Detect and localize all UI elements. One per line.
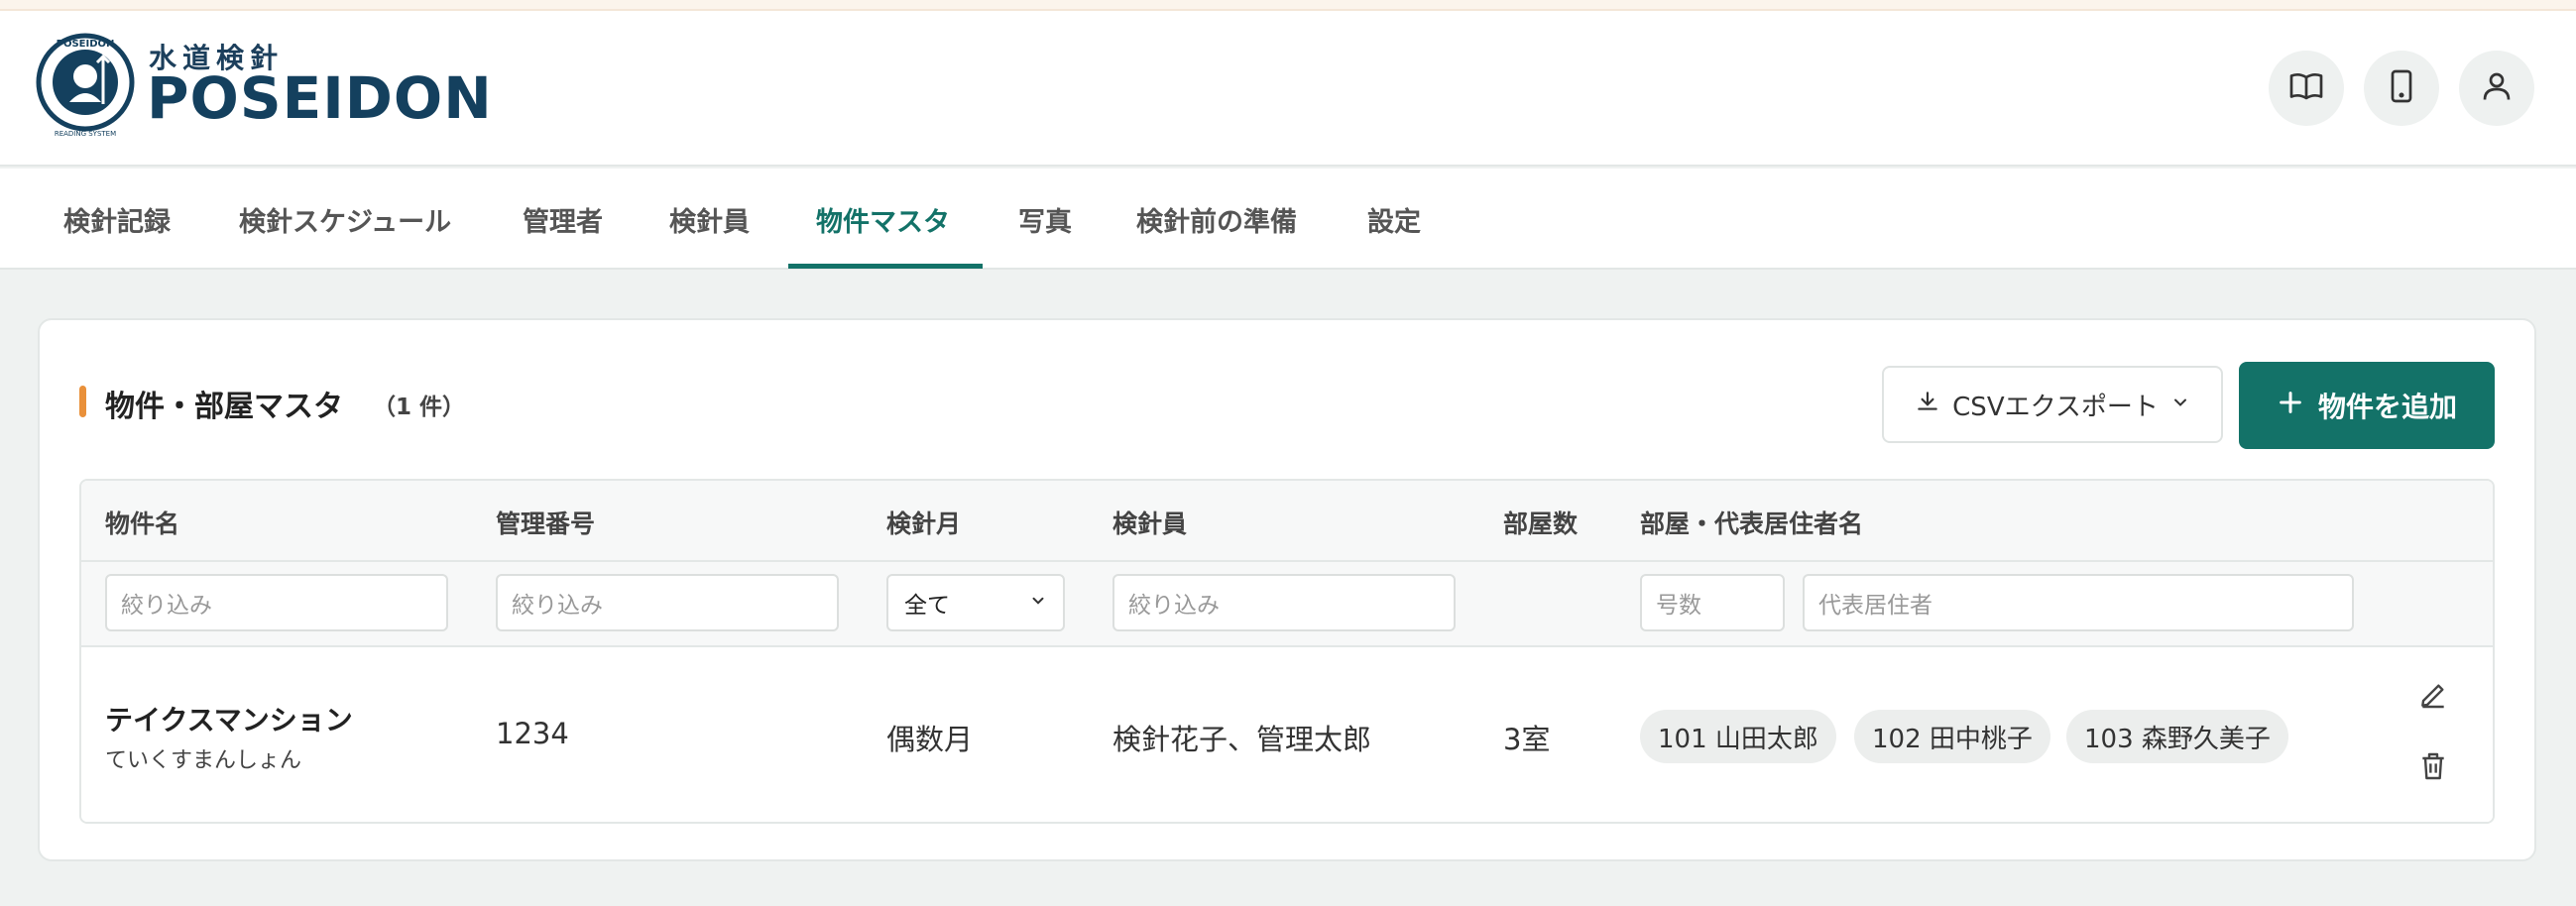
pencil-icon [2417, 679, 2449, 715]
book-icon [2288, 68, 2324, 108]
meter-readers: 検針花子、管理太郎 [1112, 723, 1372, 756]
page-title: 物件・部屋マスタ [105, 390, 343, 424]
header-rooms-residents: 部屋・代表居住者名 [1640, 510, 1864, 538]
property-kana: ていくすまんしょん [105, 748, 302, 773]
reading-month-value: 全て [904, 593, 950, 619]
property-name-filter[interactable]: 絞り込み [105, 574, 448, 631]
main-nav: 検針記録 検針スケジュール 管理者 検針員 物件マスタ 写真 検針前の準備 設定 [0, 169, 2576, 270]
tab-reading-schedule[interactable]: 検針スケジュール [239, 169, 451, 270]
poseidon-logo[interactable]: POSEIDON READING SYSTEM [36, 33, 135, 140]
property-name: テイクスマンション [105, 704, 353, 736]
room-chip: 103 森野久美子 [2066, 710, 2288, 763]
header-room-count: 部屋数 [1503, 510, 1579, 538]
add-property-button[interactable]: 物件を追加 [2239, 362, 2495, 449]
tab-managers[interactable]: 管理者 [523, 169, 603, 270]
trash-icon [2417, 750, 2449, 786]
tab-meter-readers[interactable]: 検針員 [669, 169, 750, 270]
csv-export-label: CSVエクスポート [1952, 392, 2159, 422]
tab-property-master[interactable]: 物件マスタ [816, 169, 950, 270]
header-reading-month: 検針月 [886, 510, 962, 538]
edit-button[interactable] [2411, 675, 2455, 719]
active-tab-indicator [788, 264, 983, 269]
room-number-filter[interactable]: 号数 [1640, 574, 1785, 631]
svg-text:POSEIDON: POSEIDON [57, 39, 115, 50]
chevron-down-icon [2170, 390, 2190, 419]
svg-text:READING SYSTEM: READING SYSTEM [55, 130, 116, 138]
header-property-name: 物件名 [105, 510, 180, 538]
user-menu-button[interactable] [2459, 51, 2534, 126]
tab-preparation[interactable]: 検針前の準備 [1136, 169, 1297, 270]
chevron-down-icon [1029, 590, 1047, 616]
filter-row: 絞り込み 絞り込み 全て 絞り込み 号数 代表居住者 [81, 562, 2493, 647]
mobile-button[interactable] [2364, 51, 2439, 126]
room-chip: 102 田中桃子 [1854, 710, 2050, 763]
phone-icon [2384, 68, 2419, 108]
management-number: 1234 [496, 717, 569, 750]
title-marker [79, 386, 86, 417]
top-accent-line [0, 0, 2576, 11]
plus-icon [2277, 389, 2304, 423]
header-management-number: 管理番号 [496, 510, 596, 538]
reading-month-select[interactable]: 全て [886, 574, 1065, 631]
meter-reader-filter[interactable]: 絞り込み [1112, 574, 1456, 631]
reading-month: 偶数月 [886, 723, 974, 756]
tab-reading-records[interactable]: 検針記録 [63, 169, 171, 270]
add-property-label: 物件を追加 [2317, 391, 2457, 423]
record-count: （1 件） [373, 395, 466, 420]
delete-button[interactable] [2411, 746, 2455, 790]
management-number-filter[interactable]: 絞り込み [496, 574, 839, 631]
csv-export-button[interactable]: CSVエクスポート [1882, 366, 2223, 443]
property-table: 物件名 管理番号 検針月 検針員 部屋数 部屋・代表居住者名 絞り込み 絞り込み… [79, 479, 2495, 824]
tab-settings[interactable]: 設定 [1367, 169, 1421, 270]
tab-photos[interactable]: 写真 [1018, 169, 1072, 270]
resident-filter[interactable]: 代表居住者 [1803, 574, 2354, 631]
download-icon [1915, 389, 1940, 421]
property-master-card: 物件・部屋マスタ （1 件） CSVエクスポート 物件を追加 物件名 管理番号 … [38, 318, 2536, 861]
table-row[interactable]: テイクスマンション ていくすまんしょん 1234 偶数月 検針花子、管理太郎 3… [81, 647, 2493, 822]
brand-name: POSEIDON [147, 64, 493, 132]
table-header: 物件名 管理番号 検針月 検針員 部屋数 部屋・代表居住者名 [81, 481, 2493, 562]
room-count: 3室 [1503, 723, 1551, 756]
manual-button[interactable] [2269, 51, 2344, 126]
app-header: POSEIDON READING SYSTEM 水道検針 POSEIDON [0, 11, 2576, 167]
header-meter-reader: 検針員 [1112, 510, 1188, 538]
room-chip: 101 山田太郎 [1640, 710, 1836, 763]
user-icon [2479, 68, 2515, 108]
